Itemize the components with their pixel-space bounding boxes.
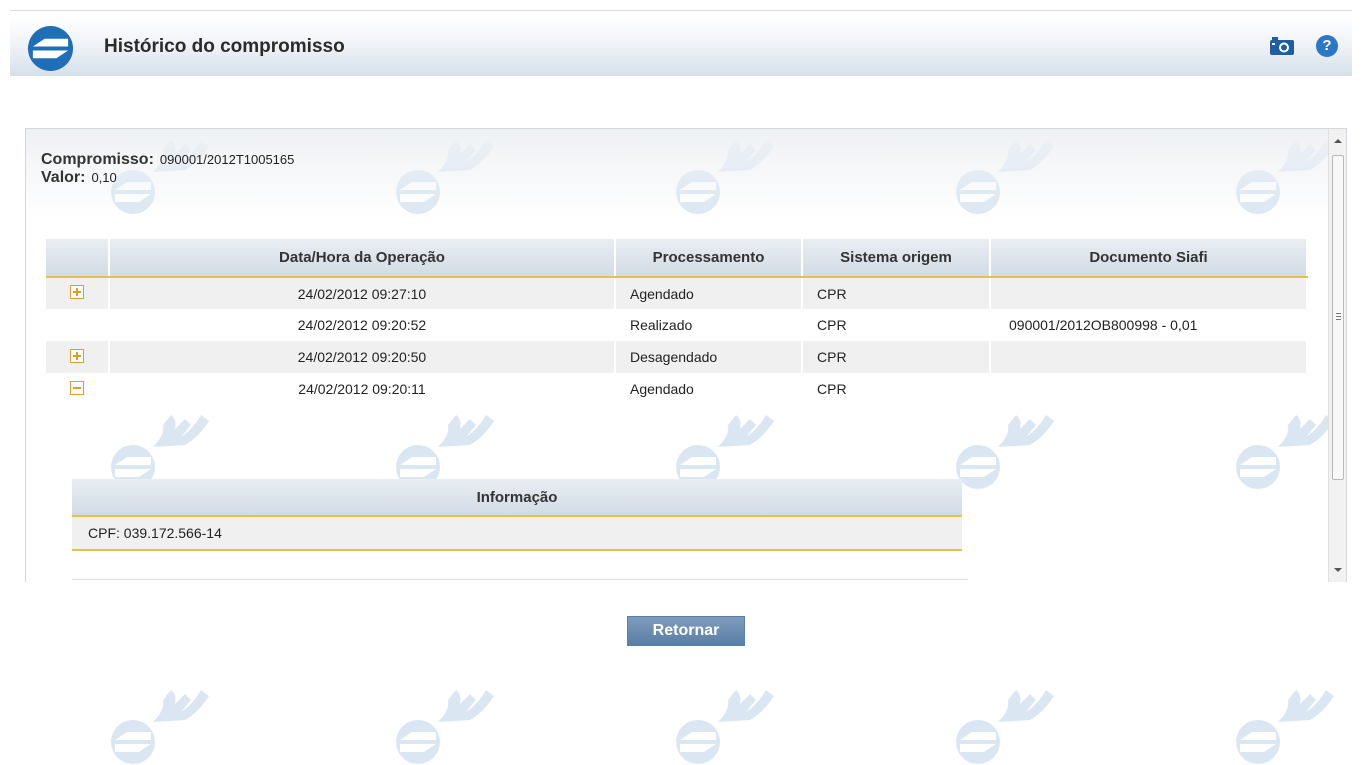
commitment-summary: Compromisso: 090001/2012T1005165 Valor: 0,… bbox=[41, 151, 294, 187]
vertical-scrollbar[interactable] bbox=[1328, 129, 1346, 582]
datetime-cell: 24/02/2012 09:20:52 bbox=[109, 309, 616, 341]
camera-icon[interactable] bbox=[1269, 36, 1295, 56]
page-title: Histórico do compromisso bbox=[104, 36, 345, 57]
column-header-datetime[interactable]: Data/Hora da Operação bbox=[109, 239, 616, 278]
column-header-documento[interactable]: Documento Siafi bbox=[990, 239, 1308, 278]
collapse-icon[interactable] bbox=[70, 380, 84, 395]
datetime-cell: 24/02/2012 09:27:10 bbox=[109, 277, 616, 309]
documento-cell: 090001/2012OB800998 - 0,01 bbox=[990, 309, 1308, 341]
datetime-cell: 24/02/2012 09:20:50 bbox=[109, 341, 616, 373]
detail-header: Informação bbox=[72, 479, 962, 517]
compromisso-row: Compromisso: 090001/2012T1005165 bbox=[41, 151, 294, 169]
watermark-logo-icon bbox=[390, 660, 510, 765]
documento-cell bbox=[990, 277, 1308, 309]
column-header-expand bbox=[46, 239, 110, 278]
watermark-logo-icon bbox=[1230, 660, 1350, 765]
top-divider bbox=[10, 10, 1352, 11]
table-row[interactable]: 24/02/2012 09:20:50 Desagendado CPR bbox=[46, 341, 1308, 373]
watermark-logo-icon bbox=[950, 660, 1070, 765]
processamento-cell: Agendado bbox=[615, 373, 803, 405]
column-header-processamento[interactable]: Processamento bbox=[615, 239, 803, 278]
valor-row: Valor: 0,10 bbox=[41, 169, 294, 187]
processamento-cell: Desagendado bbox=[615, 341, 803, 373]
table-row[interactable]: 24/02/2012 09:27:10 Agendado CPR bbox=[46, 277, 1308, 309]
documento-cell bbox=[990, 373, 1308, 405]
expand-cell bbox=[46, 373, 110, 405]
history-panel: Compromisso: 090001/2012T1005165 Valor: 0,… bbox=[25, 128, 1347, 582]
watermark-logo-icon bbox=[670, 660, 790, 765]
sistema-cell: CPR bbox=[802, 341, 991, 373]
page-header: Histórico do compromisso ? bbox=[10, 16, 1352, 76]
table-row[interactable]: 24/02/2012 09:20:52 Realizado CPR 090001/20… bbox=[46, 309, 1308, 341]
valor-value: 0,10 bbox=[91, 170, 117, 185]
expand-icon[interactable] bbox=[70, 285, 84, 299]
datetime-cell: 24/02/2012 09:20:11 bbox=[109, 373, 616, 405]
compromisso-label: Compromisso: bbox=[41, 151, 154, 168]
grip-icon bbox=[1336, 313, 1341, 314]
table-row[interactable]: 24/02/2012 09:20:11 Agendado CPR bbox=[46, 373, 1308, 405]
expand-cell bbox=[46, 341, 110, 373]
column-header-sistema[interactable]: Sistema origem bbox=[802, 239, 991, 278]
processamento-cell: Realizado bbox=[615, 309, 803, 341]
detail-row: CPF: 039.172.566-14 bbox=[72, 517, 962, 551]
processamento-cell: Agendado bbox=[615, 277, 803, 309]
sistema-cell: CPR bbox=[802, 277, 991, 309]
help-icon[interactable]: ? bbox=[1316, 35, 1338, 57]
history-table: Data/Hora da Operação Processamento Sist… bbox=[46, 239, 1308, 405]
watermark-logo-icon bbox=[105, 660, 225, 765]
detail-panel: Informação CPF: 039.172.566-14 bbox=[72, 479, 968, 580]
expand-icon[interactable] bbox=[70, 348, 84, 363]
scroll-up-arrow-icon[interactable] bbox=[1329, 133, 1346, 151]
expand-cell bbox=[46, 309, 110, 341]
sistema-cell: CPR bbox=[802, 309, 991, 341]
detail-divider bbox=[72, 579, 968, 580]
table-header-row: Data/Hora da Operação Processamento Sist… bbox=[46, 239, 1308, 278]
scroll-down-arrow-icon[interactable] bbox=[1329, 561, 1346, 579]
compromisso-value: 090001/2012T1005165 bbox=[159, 152, 295, 167]
sistema-cell: CPR bbox=[802, 373, 991, 405]
retornar-button[interactable]: Retornar bbox=[627, 616, 745, 646]
scroll-thumb[interactable] bbox=[1332, 155, 1344, 480]
expand-cell bbox=[46, 277, 110, 309]
siafi-logo-icon bbox=[27, 25, 74, 72]
documento-cell bbox=[990, 341, 1308, 373]
valor-label: Valor: bbox=[41, 169, 86, 186]
